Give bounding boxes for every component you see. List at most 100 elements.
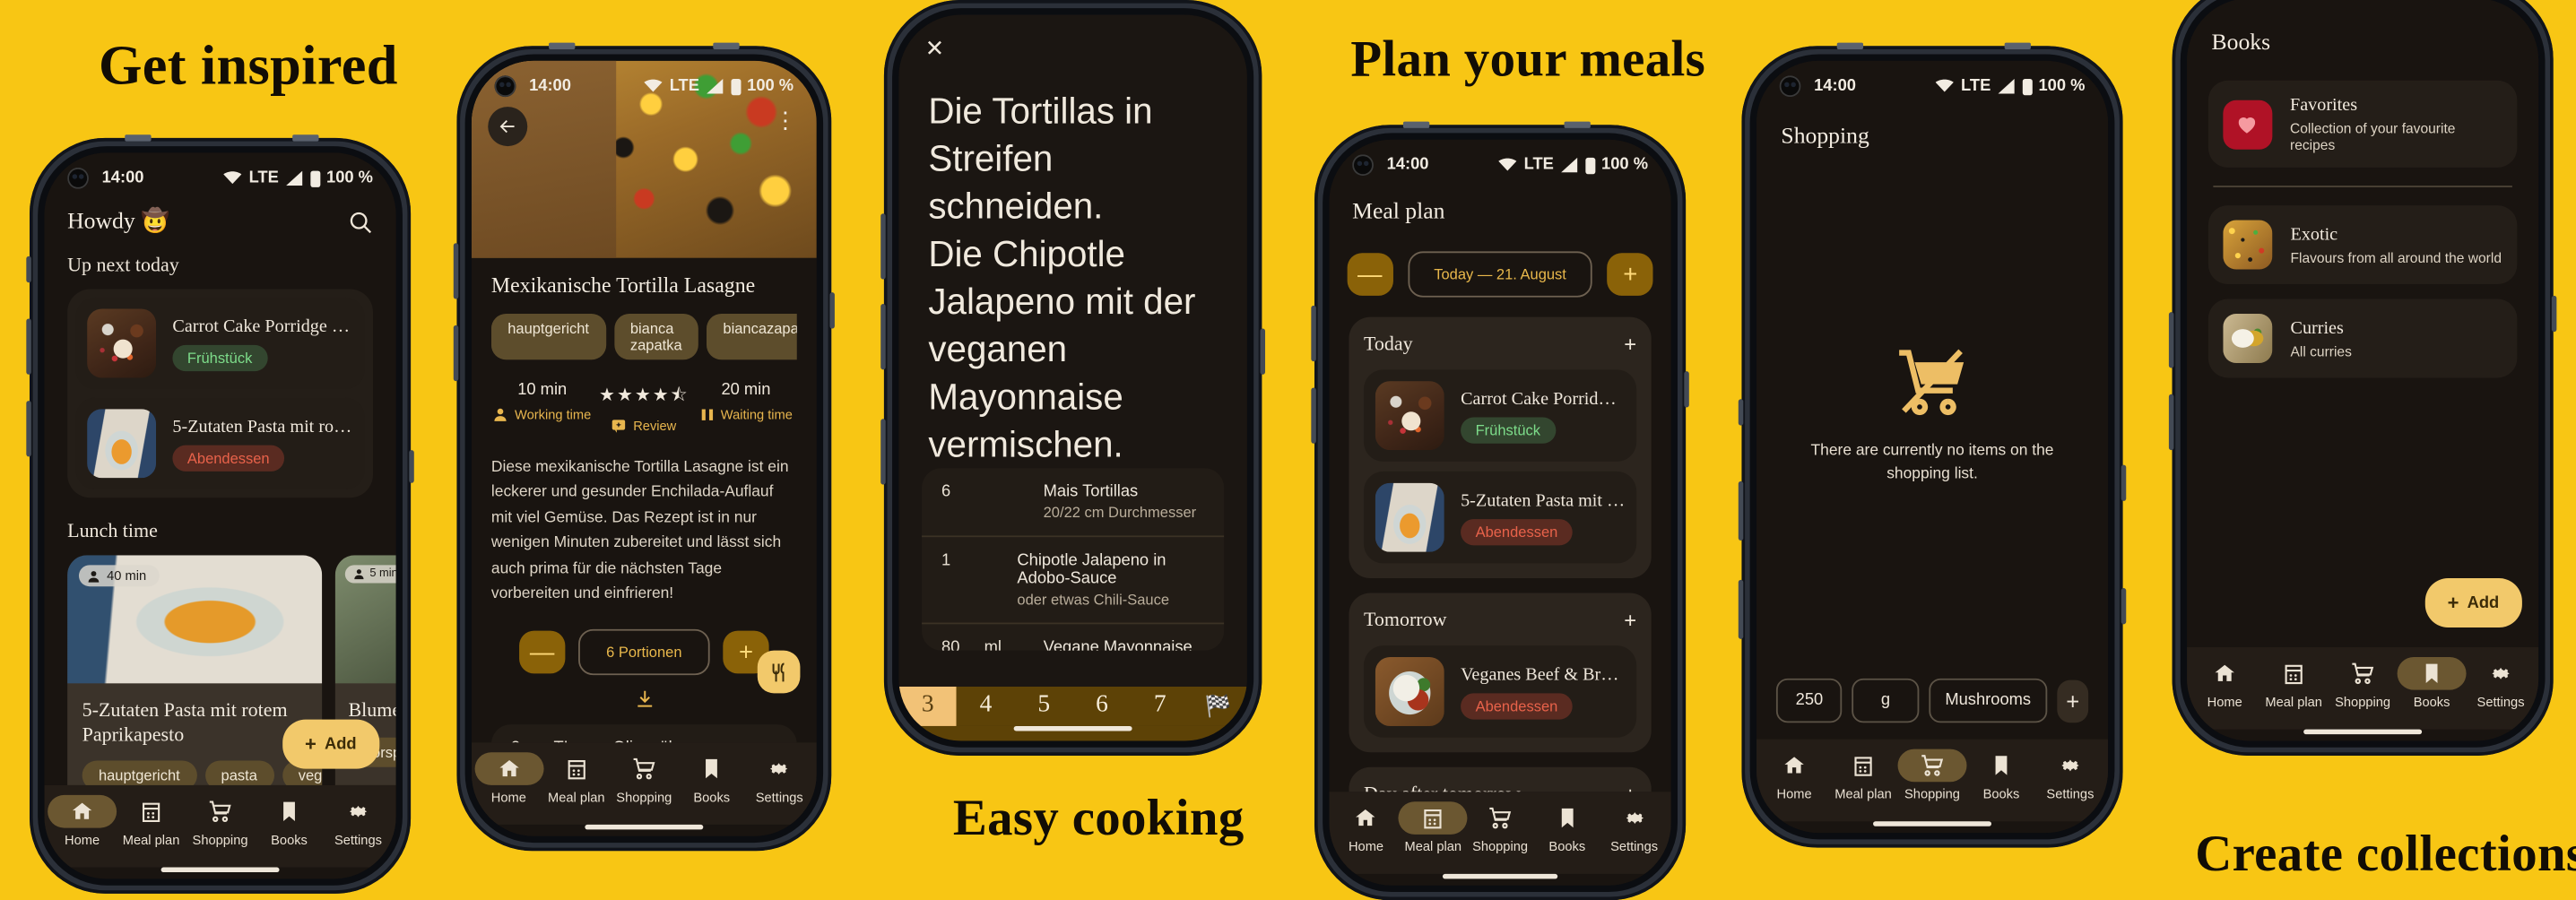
nav-item-home[interactable]: Home — [48, 794, 117, 848]
cooking-instruction: Die Tortillas in Streifen schneiden. Die… — [928, 90, 1196, 465]
nav-item-meal-plan[interactable]: Meal plan — [1830, 749, 1895, 801]
bottom-navigation: Home Meal plan Shopping Books Settings — [1756, 739, 2109, 822]
nav-item-books[interactable]: Books — [1968, 749, 2034, 802]
decrease-portions-button[interactable]: — — [519, 631, 566, 674]
stat-review[interactable]: ★★★★⯪ Review — [594, 381, 696, 434]
heart-icon — [2239, 117, 2256, 134]
step-4[interactable]: 4 — [957, 686, 1015, 726]
nav-item-shopping[interactable]: Shopping — [2330, 657, 2396, 710]
checkered-flag-icon[interactable]: 🏁 — [1189, 686, 1247, 726]
portions-value[interactable]: 6 Portionen — [577, 629, 710, 676]
nav-label: Books — [1982, 786, 2020, 802]
close-button[interactable]: ✕ — [925, 36, 1221, 59]
front-camera — [494, 75, 516, 98]
step-6[interactable]: 6 — [1073, 686, 1132, 726]
battery-icon — [2022, 78, 2033, 95]
front-camera — [1352, 154, 1374, 177]
front-camera — [67, 167, 89, 189]
step-5[interactable]: 5 — [1015, 686, 1073, 726]
more-vertical-icon[interactable]: ⋮ — [774, 108, 797, 132]
favorites-thumbnail — [2223, 99, 2272, 149]
caption-plan-your-meals: Plan your meals — [1350, 29, 1706, 88]
previous-day-button[interactable]: — — [1347, 253, 1393, 296]
table-row[interactable]: 1 Chipotle Jalapeno in Adobo-Sauce oder … — [922, 538, 1225, 625]
nav-item-home[interactable]: Home — [473, 752, 543, 805]
nav-item-shopping[interactable]: Shopping — [1469, 801, 1532, 854]
nav-item-books[interactable]: Books — [680, 752, 744, 805]
book-item-exotic[interactable]: Exotic Flavours from all around the worl… — [2207, 205, 2518, 285]
gear-icon — [349, 805, 368, 818]
nav-item-books[interactable]: Books — [1535, 801, 1599, 854]
nav-item-home[interactable]: Home — [2192, 657, 2258, 710]
nav-label: Meal plan — [1404, 839, 1462, 854]
caption-easy-cooking: Easy cooking — [952, 788, 1245, 846]
ingredient-quantity: 1 — [941, 552, 951, 571]
recipe-tag[interactable]: biancazapatka.co... — [707, 314, 797, 360]
step-7[interactable]: 7 — [1131, 686, 1189, 726]
book-item-favorites[interactable]: Favorites Collection of your favourite r… — [2207, 80, 2518, 168]
unit-input[interactable]: g — [1852, 678, 1920, 723]
stat-label: Working time — [515, 407, 592, 422]
nav-label: Shopping — [1904, 786, 1960, 802]
nav-label: Meal plan — [548, 790, 605, 805]
nav-item-meal-plan[interactable]: Meal plan — [118, 795, 184, 848]
recipe-title: 5-Zutaten Pasta mit rotem P... — [1461, 490, 1625, 510]
nav-item-settings[interactable]: Settings — [1602, 801, 1666, 854]
nav-item-home[interactable]: Home — [1762, 749, 1827, 801]
table-row[interactable]: 6 Mais Tortillas 20/22 cm Durchmesser — [922, 469, 1225, 538]
nav-label: Shopping — [192, 833, 248, 848]
nav-item-home[interactable]: Home — [1334, 801, 1398, 854]
back-button[interactable] — [488, 107, 528, 147]
start-cooking-button[interactable] — [757, 650, 801, 694]
list-item[interactable]: Veganes Beef & Brokkoli Abendessen — [1363, 645, 1637, 738]
table-row[interactable]: 80 ml Vegane Mayonnaise oder Aioli, Sour… — [922, 625, 1224, 651]
nav-item-settings[interactable]: Settings — [747, 752, 811, 805]
cart-icon — [209, 800, 231, 822]
cart-icon — [2352, 662, 2374, 685]
divider — [2213, 186, 2512, 187]
date-selector[interactable]: Today — 21. August — [1407, 251, 1593, 298]
add-book-button[interactable]: + Add — [2424, 578, 2522, 628]
nav-item-books[interactable]: Books — [2397, 657, 2467, 710]
list-item[interactable]: Carrot Cake Porridge - Karo... Frühstück — [1363, 369, 1637, 462]
plus-icon: + — [2066, 687, 2080, 714]
add-recipe-button[interactable]: + — [1624, 782, 1636, 792]
nav-item-shopping[interactable]: Shopping — [611, 752, 676, 805]
day-name: Tomorrow — [1363, 608, 1447, 631]
recipe-tag[interactable]: hauptgericht — [490, 314, 606, 360]
nav-item-settings[interactable]: Settings — [325, 795, 391, 848]
nav-label: Books — [2413, 695, 2450, 710]
list-item[interactable]: 5-Zutaten Pasta mit rotem Pap... Abendes… — [75, 397, 365, 490]
nav-item-settings[interactable]: Settings — [2037, 749, 2103, 801]
nav-item-meal-plan[interactable]: Meal plan — [2261, 657, 2327, 710]
table-row[interactable]: 2 TL Olivenöl — [491, 725, 797, 742]
add-button[interactable]: + Add — [282, 719, 380, 769]
next-day-button[interactable]: + — [1607, 253, 1654, 296]
phone-cooking-mode: ✕ Die Tortillas in Streifen schneiden. D… — [880, 0, 1266, 756]
recipe-tag[interactable]: pasta — [204, 760, 274, 785]
book-item-curries[interactable]: Curries All curries — [2207, 299, 2518, 378]
list-item[interactable]: Carrot Cake Porridge - Karotte... Frühst… — [75, 297, 365, 390]
item-name-input[interactable]: Mushrooms — [1929, 678, 2048, 723]
search-icon[interactable] — [348, 211, 372, 235]
nav-item-meal-plan[interactable]: Meal plan — [544, 752, 609, 805]
signal-icon — [1560, 157, 1577, 173]
amount-input[interactable]: 250 — [1775, 678, 1843, 723]
status-bar: 14:00 LTE 100 % — [44, 152, 395, 192]
nav-item-shopping[interactable]: Shopping — [1897, 749, 1967, 802]
recipe-tag[interactable]: hauptgericht — [82, 760, 197, 785]
nav-item-settings[interactable]: Settings — [2468, 657, 2534, 710]
nav-item-books[interactable]: Books — [256, 795, 322, 848]
list-item[interactable]: 5-Zutaten Pasta mit rotem P... Abendesse… — [1363, 471, 1637, 564]
download-icon[interactable] — [633, 688, 655, 710]
nav-item-shopping[interactable]: Shopping — [187, 795, 253, 848]
nav-item-meal-plan[interactable]: Meal plan — [1398, 801, 1468, 854]
book-icon — [283, 801, 295, 821]
recipe-tag[interactable]: bianca zapatka — [613, 314, 698, 360]
ingredient-note: 20/22 cm Durchmesser — [1043, 505, 1197, 522]
section-up-next-today: Up next today — [67, 253, 179, 276]
add-recipe-button[interactable]: + — [1624, 332, 1636, 356]
step-3[interactable]: 3 — [898, 686, 958, 726]
add-recipe-button[interactable]: + — [1624, 608, 1636, 632]
add-item-button[interactable]: + — [2057, 679, 2089, 723]
